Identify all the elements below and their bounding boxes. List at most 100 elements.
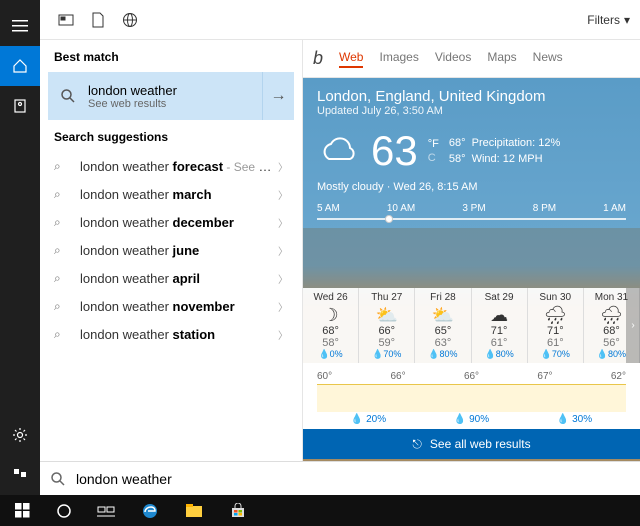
suggestion-text: london weather station [80,327,278,342]
search-icon: ⌕ [54,243,80,258]
apps-icon[interactable] [50,4,82,36]
forecast-day[interactable]: Wed 26 ☽68°58°💧0% [303,288,359,363]
chevron-right-icon: 〉 [278,271,288,286]
suggestion-text: london weather forecast - See web result… [80,159,278,174]
forecast-icon: ☁ [472,305,527,325]
home-icon[interactable] [0,46,40,86]
search-icon: ⌕ [54,299,80,314]
task-view-button[interactable] [84,495,128,526]
notebook-icon[interactable] [0,86,40,126]
suggestion-item[interactable]: ⌕london weather station〉 [40,320,302,348]
cortana-button[interactable] [44,495,84,526]
forecast-precip: 💧70% [359,349,414,360]
forecast-day[interactable]: Thu 27⛅66°59°💧70% [359,288,415,363]
open-icon: ⎋ [412,437,422,452]
search-icon [50,471,66,487]
chevron-right-icon: 〉 [278,159,288,174]
weather-card: London, England, United Kingdom Updated … [303,78,640,495]
weather-lo: 58° [449,153,466,165]
bing-tab-news[interactable]: News [533,50,563,68]
feedback-icon[interactable] [0,455,40,495]
cortana-rail [0,0,40,495]
forecast-hi: 71° [528,325,583,337]
suggestion-text: london weather december [80,215,278,230]
unit-c[interactable]: C [428,151,439,165]
forecast-day-label: Sat 29 [472,292,527,303]
best-match-subtitle: See web results [88,98,177,110]
suggestion-text: london weather november [80,299,278,314]
suggestion-text: london weather june [80,243,278,258]
weather-temp: 63 [371,127,418,175]
search-icon: ⌕ [54,187,80,202]
menu-icon[interactable] [0,6,40,46]
weather-summary: Mostly cloudy · Wed 26, 8:15 AM [303,181,640,199]
edge-icon[interactable] [128,495,172,526]
search-bar[interactable] [40,461,640,495]
search-icon [48,88,88,104]
bing-tab-images[interactable]: Images [379,50,418,68]
best-match-title: london weather [88,83,177,98]
forecast-next-button[interactable]: › [626,288,640,363]
forecast-day-label: Wed 26 [303,292,358,303]
spark-temp: 67° [537,371,552,382]
search-icon: ⌕ [54,159,80,174]
suggestion-item[interactable]: ⌕london weather november〉 [40,292,302,320]
forecast-precip: 💧0% [303,349,358,360]
timeline-label: 3 PM [462,203,485,214]
bing-tab-web[interactable]: Web [339,50,363,68]
suggestion-item[interactable]: ⌕london weather june〉 [40,236,302,264]
timeline-label: 10 AM [387,203,415,214]
suggestion-item[interactable]: ⌕london weather forecast - See web resul… [40,152,302,180]
bing-tab-maps[interactable]: Maps [487,50,516,68]
hourly-timeline[interactable]: 5 AM10 AM3 PM8 PM1 AM [303,199,640,228]
explorer-icon[interactable] [172,495,216,526]
suggestion-item[interactable]: ⌕london weather march〉 [40,180,302,208]
forecast-hi: 68° [303,325,358,337]
filters-button[interactable]: Filters ▾ [587,13,630,27]
forecast-day[interactable]: Sun 30🌧71°61°💧70% [528,288,584,363]
spark-precip: 💧 20% [351,414,386,425]
chevron-down-icon: ▾ [624,13,630,27]
forecast-day-label: Fri 28 [415,292,470,303]
store-icon[interactable] [216,495,260,526]
filters-label: Filters [587,13,620,27]
start-button[interactable] [0,495,44,526]
chevron-right-icon: 〉 [278,187,288,202]
timeline-thumb[interactable] [385,215,393,223]
chevron-right-icon: 〉 [278,327,288,342]
weather-hi: 68° [449,137,466,149]
forecast-day-label: Sun 30 [528,292,583,303]
search-icon: ⌕ [54,271,80,286]
suggestion-item[interactable]: ⌕london weather december〉 [40,208,302,236]
web-icon[interactable] [114,4,146,36]
bing-logo: b [313,48,323,69]
timeline-label: 5 AM [317,203,340,214]
forecast-icon: ☽ [303,305,358,325]
bing-tab-videos[interactable]: Videos [435,50,471,68]
topbar: Filters ▾ [40,0,640,40]
open-arrow-icon[interactable]: → [262,72,294,120]
suggestion-text: london weather april [80,271,278,286]
forecast-hi: 66° [359,325,414,337]
forecast-lo: 61° [528,337,583,349]
search-input[interactable] [76,471,630,487]
best-match-item[interactable]: london weather See web results → [48,72,294,120]
bing-tabs: b Web Images Videos Maps News [303,40,640,78]
search-icon: ⌕ [54,327,80,342]
documents-icon[interactable] [82,4,114,36]
forecast-day[interactable]: Fri 28⛅65°63°💧80% [415,288,471,363]
spark-temp: 66° [464,371,479,382]
see-all-label: See all web results [430,437,531,451]
unit-f[interactable]: °F [428,137,439,151]
forecast-icon: ⛅ [415,305,470,325]
see-all-button[interactable]: ⎋ See all web results [303,429,640,459]
settings-icon[interactable] [0,415,40,455]
forecast-day[interactable]: Sat 29☁71°61°💧80% [472,288,528,363]
forecast-lo: 58° [303,337,358,349]
forecast-lo: 61° [472,337,527,349]
suggestion-item[interactable]: ⌕london weather april〉 [40,264,302,292]
spark-precip: 💧 90% [454,414,489,425]
forecast-icon: ⛅ [359,305,414,325]
search-icon: ⌕ [54,215,80,230]
chevron-right-icon: 〉 [278,299,288,314]
